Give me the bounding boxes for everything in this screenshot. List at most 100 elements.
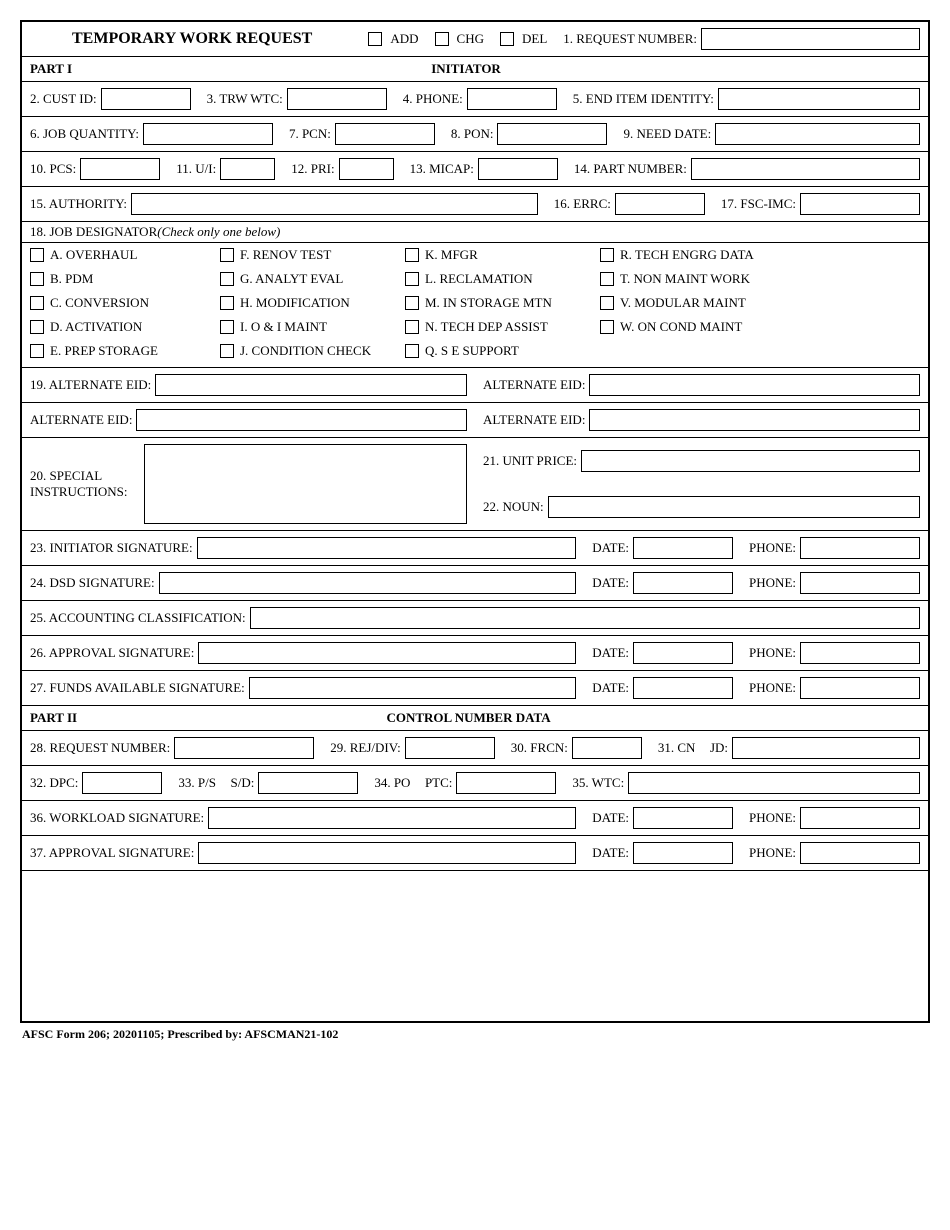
checkbox-del[interactable] xyxy=(500,32,514,46)
input-f37-phone[interactable] xyxy=(800,842,920,864)
label-f24-date: DATE: xyxy=(592,575,629,591)
label-f24-phone: PHONE: xyxy=(749,575,796,591)
cb-jd-w[interactable] xyxy=(600,320,614,334)
input-f23-date[interactable] xyxy=(633,537,733,559)
cb-jd-j[interactable] xyxy=(220,344,234,358)
cb-jd-r[interactable] xyxy=(600,248,614,262)
row-10-14: 10. PCS: 11. U/I: 12. PRI: 13. MICAP: 14… xyxy=(22,152,928,187)
label-alt-eid-1: ALTERNATE EID: xyxy=(483,377,585,393)
input-f6[interactable] xyxy=(143,123,273,145)
cb-jd-k[interactable] xyxy=(405,248,419,262)
label-f31: 31. CN xyxy=(658,740,696,756)
input-f2[interactable] xyxy=(101,88,191,110)
part1-sub: INITIATOR xyxy=(72,61,860,77)
jd-l: L. RECLAMATION xyxy=(425,271,533,287)
input-f23-sig[interactable] xyxy=(197,537,577,559)
input-f21[interactable] xyxy=(581,450,920,472)
cb-jd-q[interactable] xyxy=(405,344,419,358)
input-f31[interactable] xyxy=(732,737,920,759)
input-f33[interactable] xyxy=(258,772,358,794)
input-f36-phone[interactable] xyxy=(800,807,920,829)
checkbox-add[interactable] xyxy=(368,32,382,46)
input-f28[interactable] xyxy=(174,737,314,759)
input-f8[interactable] xyxy=(497,123,607,145)
input-f22[interactable] xyxy=(548,496,920,518)
cb-jd-e[interactable] xyxy=(30,344,44,358)
row-15-17: 15. AUTHORITY: 16. ERRC: 17. FSC-IMC: xyxy=(22,187,928,222)
cb-jd-l[interactable] xyxy=(405,272,419,286)
cb-jd-i[interactable] xyxy=(220,320,234,334)
input-f27-date[interactable] xyxy=(633,677,733,699)
input-f15[interactable] xyxy=(131,193,538,215)
label-alt-eid-2: ALTERNATE EID: xyxy=(30,412,132,428)
cb-jd-m[interactable] xyxy=(405,296,419,310)
header-row: TEMPORARY WORK REQUEST ADD CHG DEL 1. RE… xyxy=(22,22,928,57)
cb-jd-f[interactable] xyxy=(220,248,234,262)
jd-i: I. O & I MAINT xyxy=(240,319,327,335)
input-f36-sig[interactable] xyxy=(208,807,576,829)
input-f30[interactable] xyxy=(572,737,642,759)
cb-jd-c[interactable] xyxy=(30,296,44,310)
input-f23-phone[interactable] xyxy=(800,537,920,559)
input-f19a[interactable] xyxy=(155,374,467,396)
input-f13[interactable] xyxy=(478,158,558,180)
input-f4[interactable] xyxy=(467,88,557,110)
input-f34[interactable] xyxy=(456,772,556,794)
input-f26-phone[interactable] xyxy=(800,642,920,664)
input-f24-phone[interactable] xyxy=(800,572,920,594)
checkbox-chg[interactable] xyxy=(435,32,449,46)
label-f35: 35. WTC: xyxy=(572,775,624,791)
input-f16[interactable] xyxy=(615,193,705,215)
cb-jd-h[interactable] xyxy=(220,296,234,310)
input-f36-date[interactable] xyxy=(633,807,733,829)
input-f29[interactable] xyxy=(405,737,495,759)
input-f20[interactable] xyxy=(144,444,467,524)
input-f19c[interactable] xyxy=(136,409,467,431)
input-f26-sig[interactable] xyxy=(198,642,576,664)
input-req-num[interactable] xyxy=(701,28,920,50)
label-chg: CHG xyxy=(457,31,484,47)
input-f24-date[interactable] xyxy=(633,572,733,594)
jd-h: H. MODIFICATION xyxy=(240,295,350,311)
label-f25: 25. ACCOUNTING CLASSIFICATION: xyxy=(30,610,246,626)
row-23: 23. INITIATOR SIGNATURE: DATE: PHONE: xyxy=(22,531,928,566)
label-f16: 16. ERRC: xyxy=(554,196,611,212)
form-footer: AFSC Form 206; 20201105; Prescribed by: … xyxy=(20,1023,930,1042)
cb-jd-g[interactable] xyxy=(220,272,234,286)
jd-k: K. MFGR xyxy=(425,247,478,263)
input-f14[interactable] xyxy=(691,158,920,180)
input-f24-sig[interactable] xyxy=(159,572,577,594)
label-f34: 34. PO xyxy=(374,775,410,791)
input-f3[interactable] xyxy=(287,88,387,110)
input-f10[interactable] xyxy=(80,158,160,180)
cb-jd-n[interactable] xyxy=(405,320,419,334)
row-19b: ALTERNATE EID: ALTERNATE EID: xyxy=(22,403,928,438)
form-title: TEMPORARY WORK REQUEST xyxy=(72,30,312,48)
input-f37-sig[interactable] xyxy=(198,842,576,864)
input-f12[interactable] xyxy=(339,158,394,180)
input-f32[interactable] xyxy=(82,772,162,794)
input-f11[interactable] xyxy=(220,158,275,180)
input-f37-date[interactable] xyxy=(633,842,733,864)
cb-jd-v[interactable] xyxy=(600,296,614,310)
part2-header: PART II CONTROL NUMBER DATA xyxy=(22,706,928,731)
input-f26-date[interactable] xyxy=(633,642,733,664)
input-f35[interactable] xyxy=(628,772,920,794)
input-f17[interactable] xyxy=(800,193,920,215)
input-f9[interactable] xyxy=(715,123,920,145)
jd-c: C. CONVERSION xyxy=(50,295,149,311)
input-f27-phone[interactable] xyxy=(800,677,920,699)
cb-jd-a[interactable] xyxy=(30,248,44,262)
cb-jd-b[interactable] xyxy=(30,272,44,286)
cb-jd-t[interactable] xyxy=(600,272,614,286)
input-f19d[interactable] xyxy=(589,409,920,431)
jd-v: V. MODULAR MAINT xyxy=(620,295,746,311)
input-f5[interactable] xyxy=(718,88,920,110)
label-f13: 13. MICAP: xyxy=(410,161,474,177)
input-f25[interactable] xyxy=(250,607,920,629)
label-f7: 7. PCN: xyxy=(289,126,331,142)
input-f7[interactable] xyxy=(335,123,435,145)
cb-jd-d[interactable] xyxy=(30,320,44,334)
input-f27-sig[interactable] xyxy=(249,677,576,699)
input-f19b[interactable] xyxy=(589,374,920,396)
